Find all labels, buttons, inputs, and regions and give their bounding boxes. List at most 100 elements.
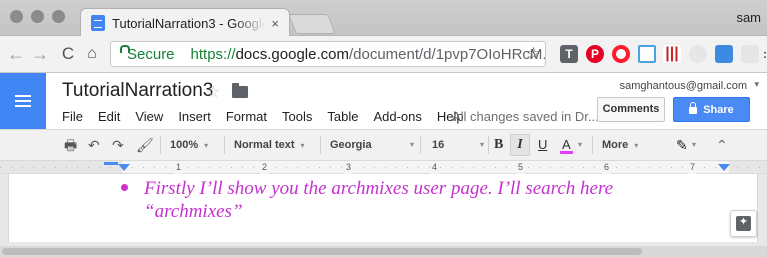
chevron-down-icon: ▾ [479,140,484,149]
address-bar[interactable]: Secure https:// docs.google.com /documen… [110,41,546,67]
explore-icon [736,215,751,231]
more-label: More [602,139,629,151]
undo-icon[interactable]: ↶ [88,130,100,160]
scrollbar-thumb[interactable] [2,248,642,255]
menu-view[interactable]: View [135,109,163,124]
docs-header: TutorialNarration3 ☆ File Edit View Inse… [0,73,767,129]
docs-menu-bar: File Edit View Insert Format Tools Table… [62,109,479,124]
share-lock-icon [689,102,698,114]
more-button[interactable]: More ▾ [602,130,638,160]
collapse-menus-icon[interactable]: ⌃ [716,130,728,160]
document-extension-icon[interactable] [638,45,656,63]
comments-button[interactable]: Comments [597,97,665,122]
font-select[interactable]: Georgia ▾ [330,130,414,160]
ruler-number: 5 [516,161,526,174]
camera-extension-icon[interactable] [741,45,759,63]
font-size-select[interactable]: 16 ▾ [432,130,484,160]
formatting-toolbar: 🖶 ↶ ↷ 🖌 100% ▾ Normal text ▾ Georgia ▾ 16 ▾ … [0,129,767,161]
chevron-down-icon: ▾ [634,141,639,150]
paint-format-icon[interactable]: 🖌 [136,130,154,160]
right-indent-marker[interactable] [718,164,730,171]
save-status[interactable]: All changes saved in Dr... [452,109,599,124]
menu-tools[interactable]: Tools [282,109,312,124]
horizontal-scrollbar[interactable] [0,246,767,257]
editing-mode-pen-icon[interactable]: ✎ [676,130,688,160]
url-path: /document/d/1pvp7OIoHRcM... [348,45,546,63]
cloud-extension-icon[interactable] [689,45,707,63]
document-page[interactable]: Firstly I’ll show you the archmixes user… [8,174,758,242]
new-tab-button[interactable] [288,14,336,34]
document-bullet-text[interactable]: Firstly I’ll show you the archmixes user… [144,177,704,223]
chevron-down-icon: ▾ [204,141,209,150]
google-docs-favicon-icon [91,15,105,31]
browser-tab-strip: TutorialNarration3 - Google Do × sam [0,0,767,37]
font-value: Georgia [330,139,372,151]
toolbar-divider [160,136,161,154]
menu-file[interactable]: File [62,109,83,124]
pinterest-extension-icon[interactable]: P [586,45,604,63]
share-button[interactable]: Share [673,97,750,122]
browser-profile-name[interactable]: sam [736,10,761,25]
home-icon[interactable]: ⌂ [82,43,102,65]
menu-insert[interactable]: Insert [178,109,211,124]
underline-button[interactable]: U [538,130,547,160]
ruler-ticks [0,167,767,168]
docs-logo-icon [15,95,31,107]
toolbar-divider [420,136,421,154]
menu-add-ons[interactable]: Add-ons [373,109,421,124]
explore-button[interactable] [730,210,757,237]
browser-toolbar: ← → C ⌂ Secure https:// docs.google.com … [0,36,767,73]
menu-format[interactable]: Format [226,109,267,124]
style-select[interactable]: Normal text ▾ [234,130,305,160]
text-color-button[interactable]: A [560,130,573,160]
ruler-number: 6 [602,161,612,174]
account-caret-icon[interactable]: ▾ [754,79,759,90]
tab-close-icon[interactable]: × [271,16,279,31]
account-email[interactable]: samghantous@gmail.com [620,80,747,92]
left-indent-marker[interactable] [118,164,130,171]
style-value: Normal text [234,139,295,151]
italic-button[interactable]: I [510,134,530,156]
document-canvas: Firstly I’ll show you the archmixes user… [0,174,767,257]
secure-label: Secure [127,45,175,63]
print-icon[interactable]: 🖶 [64,130,77,160]
share-button-label: Share [703,103,734,116]
browser-menu-icon[interactable]: : [762,45,767,63]
bars-extension-icon[interactable]: ||| [663,45,681,63]
window-zoom-button[interactable] [52,10,65,23]
forward-arrow-icon[interactable]: → [30,43,50,65]
menu-edit[interactable]: Edit [98,109,120,124]
document-title[interactable]: TutorialNarration3 [62,80,213,102]
url-host: docs.google.com [235,45,349,63]
star-document-icon[interactable]: ☆ [206,82,220,102]
ruler-number: 1 [174,161,184,174]
blue-arrow-extension-icon[interactable] [715,45,733,63]
ruler-number: 4 [430,161,440,174]
move-to-folder-icon[interactable] [232,83,248,98]
toolbar-divider [320,136,321,154]
zoom-select[interactable]: 100% ▾ [170,130,208,160]
toolbar-divider [488,136,489,154]
bullet-point-icon [121,184,128,191]
window-close-button[interactable] [10,10,23,23]
text-color-swatch [560,151,573,154]
menu-table[interactable]: Table [327,109,358,124]
bookmark-star-icon[interactable]: ☆ [526,44,541,64]
opera-extension-icon[interactable] [612,45,630,63]
zoom-value: 100% [170,139,199,151]
chevron-down-icon[interactable]: ▾ [692,130,696,160]
tab-title: TutorialNarration3 - Google Do [112,15,266,31]
chevron-down-icon[interactable]: ▾ [578,130,582,160]
bold-button[interactable]: B [494,130,503,160]
window-minimize-button[interactable] [31,10,44,23]
browser-tab-active[interactable]: TutorialNarration3 - Google Do × [80,8,290,37]
redo-icon[interactable]: ↷ [112,130,124,160]
back-arrow-icon[interactable]: ← [6,43,26,65]
first-line-indent-marker[interactable] [104,162,118,165]
ruler-number: 3 [344,161,354,174]
extension-t-icon[interactable]: T [560,45,578,63]
ruler-number: 2 [260,161,270,174]
reload-icon[interactable]: C [58,43,78,65]
text-color-label: A [562,137,571,152]
docs-home-logo[interactable] [0,73,46,129]
